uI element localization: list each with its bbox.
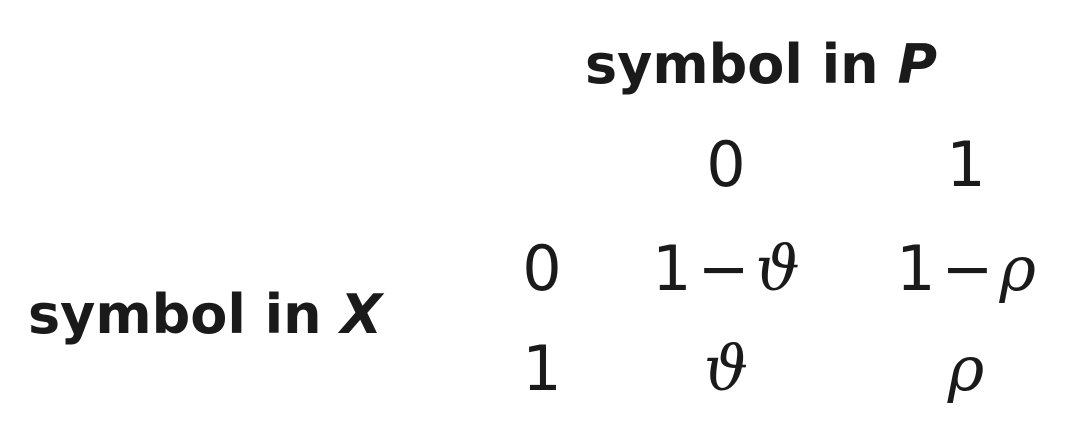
cell-x1-p0: ϑ — [704, 338, 748, 400]
cell-x0-p0-symbol: ϑ — [755, 232, 800, 305]
cell-x0-p1-prefix: 1 — [896, 232, 936, 305]
cell-x0-p1: 1−ρ — [896, 238, 1036, 300]
row-label-1: 1 — [522, 332, 562, 405]
cell-x1-p1-symbol: ρ — [947, 332, 985, 405]
cell-x0-p1-symbol: ρ — [999, 232, 1036, 305]
row-axis-variable: X — [340, 283, 383, 346]
cell-x0-p0: 1−ϑ — [652, 238, 800, 300]
probability-table: symbol in P symbol in X 0 1 0 1 1−ϑ 1−ρ … — [0, 0, 1084, 437]
cell-x0-p1-operator: − — [941, 232, 994, 305]
column-axis-variable: P — [897, 33, 938, 96]
column-axis-text: symbol in — [585, 33, 898, 96]
cell-x0-p0-operator: − — [697, 232, 750, 305]
cell-x0-p0-prefix: 1 — [652, 232, 692, 305]
cell-x1-p0-symbol: ϑ — [703, 332, 749, 405]
row-axis-label: symbol in X — [28, 288, 382, 342]
row-axis-text: symbol in — [28, 283, 341, 346]
row-label-0: 0 — [522, 232, 562, 305]
column-axis-label: symbol in P — [585, 38, 937, 92]
cell-x1-p1: ρ — [948, 338, 984, 400]
column-label-1: 1 — [946, 128, 986, 201]
column-label-0: 0 — [706, 128, 746, 201]
